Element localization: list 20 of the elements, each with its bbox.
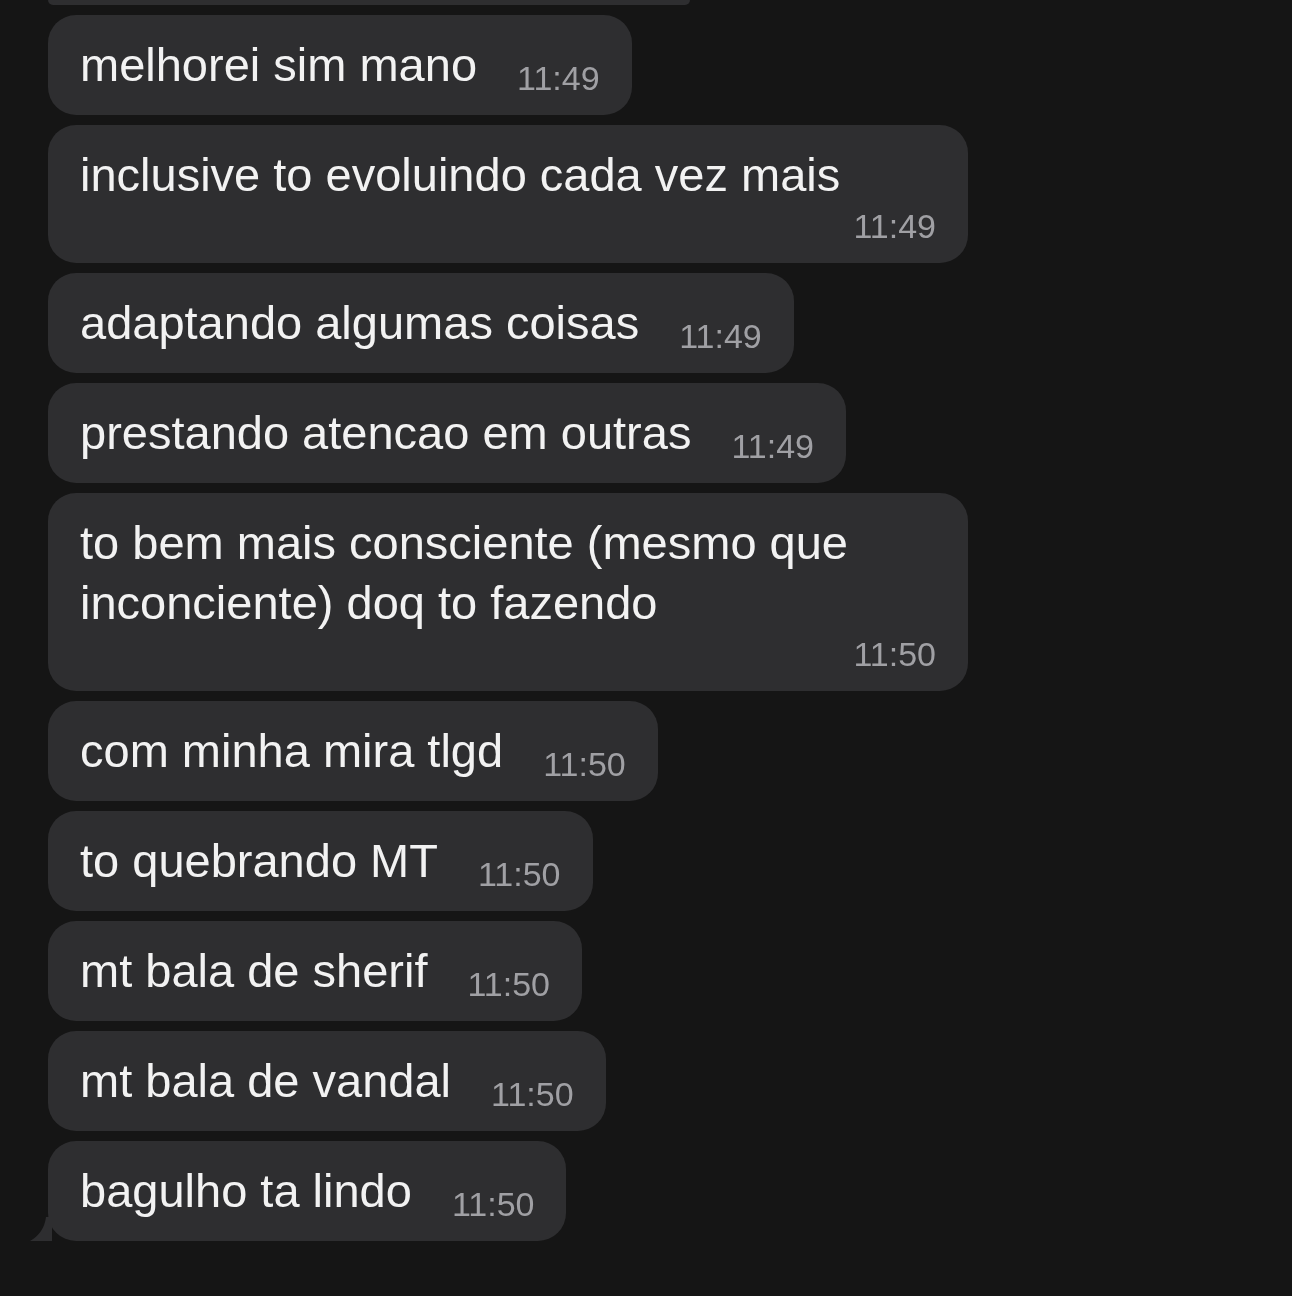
message-text: mt bala de vandal — [80, 1053, 452, 1109]
message-text: bagulho ta lindo — [80, 1163, 412, 1219]
message-text: inclusive to evoluindo cada vez mais — [80, 147, 841, 203]
message-time: 11:50 — [490, 1074, 574, 1115]
message-text: to bem mais consciente (mesmo que inconciente) doq to fazendo — [80, 515, 849, 631]
message-text: adaptando algumas coisas — [80, 295, 640, 351]
message-time: 11:50 — [852, 634, 936, 675]
message-time: 11:49 — [730, 426, 814, 467]
message-time: 11:49 — [678, 316, 762, 357]
message-time: 11:50 — [542, 744, 626, 785]
message-text: melhorei sim mano — [80, 37, 478, 93]
message-text: com minha mira tlgd — [80, 723, 504, 779]
message-time: 11:49 — [516, 58, 600, 99]
message-time: 11:50 — [476, 854, 561, 895]
message-time: 11:50 — [466, 964, 550, 1005]
message-text: prestando atencao em outras — [80, 405, 692, 461]
message-time: 11:50 — [450, 1184, 535, 1225]
message-time: 11:49 — [852, 206, 936, 247]
message-text: mt bala de sherif — [80, 943, 428, 999]
message-text: to quebrando MT — [80, 833, 438, 889]
